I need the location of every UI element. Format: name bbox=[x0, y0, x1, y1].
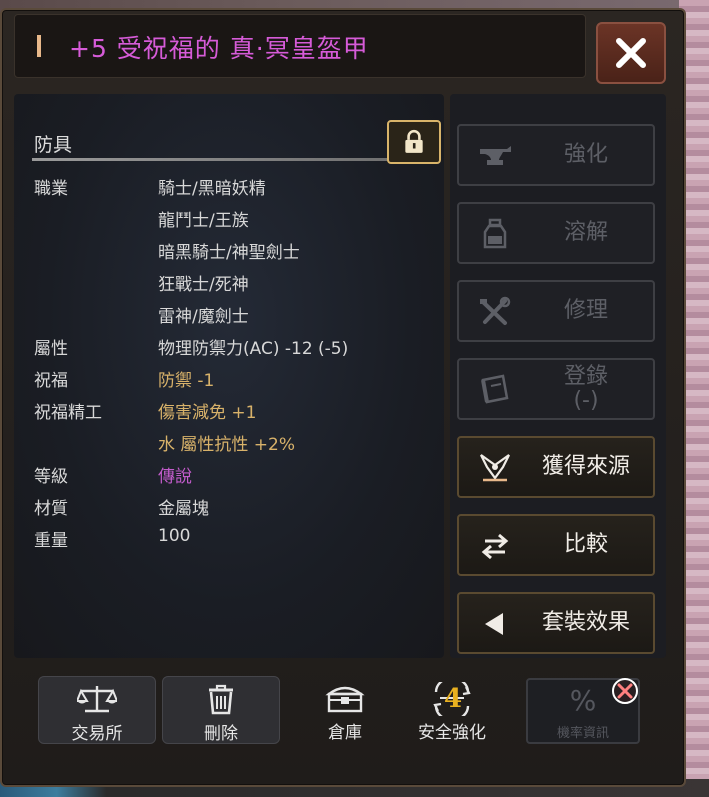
attr-value-blessing: 防禦 -1 bbox=[158, 371, 215, 391]
play-left-icon bbox=[485, 613, 503, 635]
lock-icon bbox=[405, 129, 423, 153]
attr-value-property: 物理防禦力(AC) -12 (-5) bbox=[158, 339, 349, 359]
exchange-label: 交易所 bbox=[71, 724, 123, 744]
register-label-text: 登錄 (-) bbox=[563, 363, 608, 413]
warehouse-label: 倉庫 bbox=[328, 723, 362, 743]
category-divider bbox=[32, 158, 440, 161]
attr-value-class-1: 騎士/黑暗妖精 bbox=[158, 179, 266, 199]
title-accent-bar bbox=[37, 35, 41, 57]
register-label: 登錄 (-) bbox=[519, 360, 653, 418]
set-effect-label: 套裝效果 bbox=[541, 609, 630, 635]
attr-label-material: 材質 bbox=[34, 499, 68, 519]
acquisition-source-label: 獲得來源 bbox=[541, 453, 630, 479]
attr-value-class-4: 狂戰士/死神 bbox=[158, 275, 249, 295]
attr-value-class-2: 龍鬥士/王族 bbox=[158, 211, 249, 231]
chest-icon bbox=[325, 686, 365, 713]
acquisition-source-button[interactable]: 獲得來源 bbox=[457, 436, 655, 498]
attr-label-weight: 重量 bbox=[34, 531, 68, 551]
title-bar: +5 受祝福的 真·冥皇盔甲 bbox=[14, 14, 586, 78]
attr-label-blessing: 祝福 bbox=[34, 371, 68, 391]
attr-value-class-3: 暗黑騎士/神聖劍士 bbox=[158, 243, 300, 263]
flask-icon bbox=[483, 218, 507, 249]
swap-arrows-icon bbox=[481, 533, 509, 560]
attr-label-grade: 等級 bbox=[34, 467, 68, 487]
scales-icon bbox=[77, 686, 117, 713]
close-icon bbox=[616, 38, 646, 68]
attr-value-grade: 傳說 bbox=[158, 467, 192, 487]
dissolve-button[interactable]: 溶解 bbox=[457, 202, 655, 264]
safe-enhance-label: 安全強化 bbox=[418, 723, 486, 743]
enhance-label: 強化 bbox=[563, 141, 608, 167]
attr-value-weight: 100 bbox=[158, 526, 191, 546]
warehouse-button[interactable]: 倉庫 bbox=[286, 676, 404, 744]
compare-button[interactable]: 比較 bbox=[457, 514, 655, 576]
attr-value-class-5: 雷神/魔劍士 bbox=[158, 307, 249, 327]
anvil-icon bbox=[480, 146, 511, 165]
attr-value-material: 金屬塊 bbox=[158, 499, 209, 519]
lock-toggle[interactable] bbox=[387, 120, 441, 164]
set-effect-button[interactable]: 套裝效果 bbox=[457, 592, 655, 654]
register-button[interactable]: 登錄 (-) bbox=[457, 358, 655, 420]
exchange-button[interactable]: 交易所 bbox=[38, 676, 156, 744]
dissolve-label: 溶解 bbox=[563, 219, 608, 245]
delete-label: 刪除 bbox=[204, 724, 238, 744]
safe-enhance-button[interactable]: 4 安全強化 bbox=[392, 676, 512, 744]
attr-value-blessing-craft-1: 傷害減免 +1 bbox=[158, 403, 257, 423]
close-circle-icon bbox=[612, 678, 638, 704]
book-icon bbox=[481, 374, 509, 404]
attr-label-property: 屬性 bbox=[34, 339, 68, 359]
probability-info-label: 機率資訊 bbox=[556, 726, 609, 741]
safe-enhance-badge: 4 bbox=[444, 684, 463, 714]
compare-label: 比較 bbox=[563, 531, 608, 557]
trash-icon bbox=[209, 684, 233, 715]
item-title: +5 受祝福的 真·冥皇盔甲 bbox=[69, 34, 369, 63]
repair-label: 修理 bbox=[563, 297, 608, 323]
close-button[interactable] bbox=[596, 22, 666, 84]
item-category: 防具 bbox=[34, 134, 73, 156]
attr-value-blessing-craft-2: 水 屬性抗性 +2% bbox=[158, 435, 296, 455]
delete-button[interactable]: 刪除 bbox=[162, 676, 280, 744]
attr-label-class: 職業 bbox=[34, 179, 68, 199]
repair-button[interactable]: 修理 bbox=[457, 280, 655, 342]
source-icon bbox=[480, 454, 510, 482]
tools-icon bbox=[480, 296, 511, 325]
attr-label-blessing-craft: 祝福精工 bbox=[34, 403, 102, 423]
enhance-button[interactable]: 強化 bbox=[457, 124, 655, 186]
